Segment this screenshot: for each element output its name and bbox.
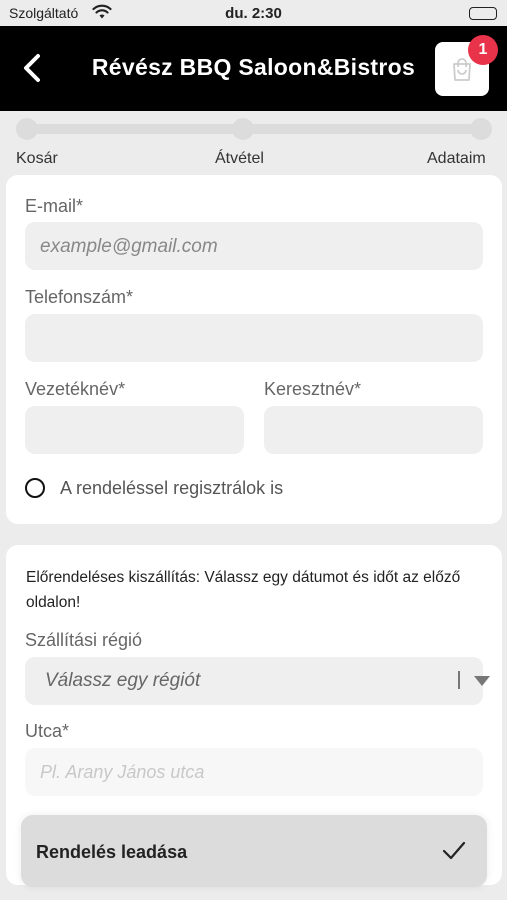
select-separator [458,671,460,689]
status-time: du. 2:30 [225,5,282,22]
region-select[interactable]: Válassz egy régiót [25,657,490,705]
phone-field[interactable] [25,314,483,362]
phone-label: Telefonszám* [25,287,134,307]
triangle-down-icon [474,676,490,686]
checkmark-icon [442,841,466,860]
cart-count-badge: 1 [468,35,498,65]
lastname-field[interactable] [25,406,244,454]
email-placeholder: example@gmail.com [40,236,218,257]
place-order-label: Rendelés leadása [36,842,188,862]
register-label[interactable]: A rendeléssel regisztrálok is [60,478,283,499]
step-label-details[interactable]: Adataim [427,150,486,168]
lastname-label: Vezetéknév* [25,379,126,399]
progress-track [26,124,482,134]
register-radio[interactable] [25,478,45,498]
street-field[interactable]: Pl. Arany János utca [25,748,483,796]
place-order-button[interactable]: Rendelés leadása [21,815,487,887]
page-title: Révész BBQ Saloon&Bistros [91,54,416,80]
region-label: Szállítási régió [25,630,143,650]
street-label: Utca* [25,721,70,741]
street-placeholder: Pl. Arany János utca [40,762,205,782]
step-dot-cart [16,118,38,140]
firstname-field[interactable] [264,406,483,454]
checkout-progress [16,115,492,143]
battery-icon [469,7,497,20]
email-field[interactable]: example@gmail.com [25,222,483,270]
step-dot-details [470,118,492,140]
step-label-pickup[interactable]: Átvétel [215,150,264,168]
app-header: Révész BBQ Saloon&Bistros 1 [0,26,507,111]
firstname-label: Keresztnév* [264,379,362,399]
preorder-note: Előrendeléses kiszállítás: Válassz egy d… [26,569,461,611]
status-bar: Szolgáltató du. 2:30 [0,0,507,26]
email-label: E-mail* [25,196,84,216]
step-label-cart[interactable]: Kosár [16,150,58,168]
region-select-value: Válassz egy régiót [45,670,201,691]
step-dot-pickup [232,118,254,140]
